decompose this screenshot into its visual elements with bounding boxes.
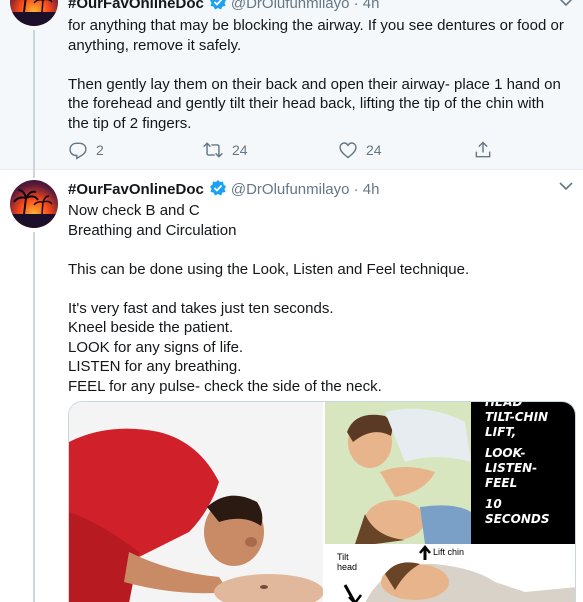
tweet-text: for anything that may be blocking the ai… [68,16,573,133]
text-line: Then gently lay them on their back and o… [68,75,561,93]
timestamp[interactable]: · 4h [354,0,380,12]
avatar[interactable] [10,0,58,26]
panel-text: 10 [485,497,502,511]
text-line: anything, remove it safely. [68,36,242,54]
chevron-down-icon[interactable] [559,0,573,10]
cpr-photo[interactable] [69,402,324,602]
tweet-text: Now check B and C Breathing and Circulat… [68,201,573,396]
verified-badge-icon [209,0,227,10]
tilt-label: Tilt head [337,552,357,572]
share-icon [475,141,491,158]
instruction-panel: HEAD TILT-CHIN LIFT, LOOK- LISTEN- FEEL … [471,401,575,544]
share-button[interactable] [473,140,493,160]
text-line: the forehead and gently tilt their head … [68,95,545,112]
tilt-label-line: head [337,562,358,572]
tilt-label-line: Tilt [337,552,349,562]
tweet-media[interactable]: HEAD TILT-CHIN LIFT, LOOK- LISTEN- FEEL … [68,401,576,602]
tweet-1[interactable]: #OurFavOnlineDoc @DrOlufunmilayo · 4h for… [0,0,583,170]
panel-text: HEAD [485,401,523,409]
avatar[interactable] [10,180,58,228]
reply-count: 2 [96,142,104,158]
display-name[interactable]: #OurFavOnlineDoc [68,0,204,12]
thread-connector [33,30,35,170]
text-line: for anything that may be blocking the ai… [68,17,564,34]
airway-illustration[interactable]: HEAD TILT-CHIN LIFT, LOOK- LISTEN- FEEL … [325,401,575,602]
reply-icon [69,142,87,160]
panel-text: LIFT, [485,425,517,439]
text-line: LISTEN for any breathing. [68,358,242,375]
panel-text: LISTEN- [485,461,538,475]
like-button[interactable]: 24 [338,140,382,160]
tweet-header: #OurFavOnlineDoc @DrOlufunmilayo · 4h [68,180,380,198]
text-line: This can be done using the Look, Listen … [68,260,470,278]
handle[interactable]: @DrOlufunmilayo [231,0,350,12]
retweet-icon [203,142,223,158]
thread-connector-top [33,170,35,178]
tweet-actions: 2 24 24 [68,140,508,160]
retweet-count: 24 [232,142,248,158]
text-line: Now check B and C [68,202,200,219]
tweet-header: #OurFavOnlineDoc @DrOlufunmilayo · 4h [68,0,380,12]
text-line: LOOK for any signs of life. [68,338,244,356]
tweet-2[interactable]: #OurFavOnlineDoc @DrOlufunmilayo · 4h Now… [0,170,583,602]
thread-connector [33,232,35,602]
retweet-button[interactable]: 24 [202,140,248,160]
chevron-down-icon[interactable] [559,178,573,194]
handle[interactable]: @DrOlufunmilayo [231,181,350,198]
lift-chin-label: Lift chin [433,547,465,557]
verified-badge-icon [209,180,227,196]
text-line: It's very fast and takes just ten second… [68,299,334,317]
display-name[interactable]: #OurFavOnlineDoc [68,181,204,198]
panel-text: FEEL [485,476,518,490]
text-line: the tip of 2 fingers. [68,114,192,132]
like-count: 24 [366,142,382,158]
timestamp[interactable]: · 4h [354,181,380,198]
panel-text: LOOK- [485,446,526,460]
panel-text: SECONDS [485,512,550,526]
heart-icon [339,142,357,159]
reply-button[interactable]: 2 [68,140,104,160]
text-line: Breathing and Circulation [68,221,237,239]
text-line: Kneel beside the patient. [68,319,234,336]
panel-text: TILT-CHIN [485,410,549,424]
text-line: FEEL for any pulse- check the side of th… [68,377,382,395]
